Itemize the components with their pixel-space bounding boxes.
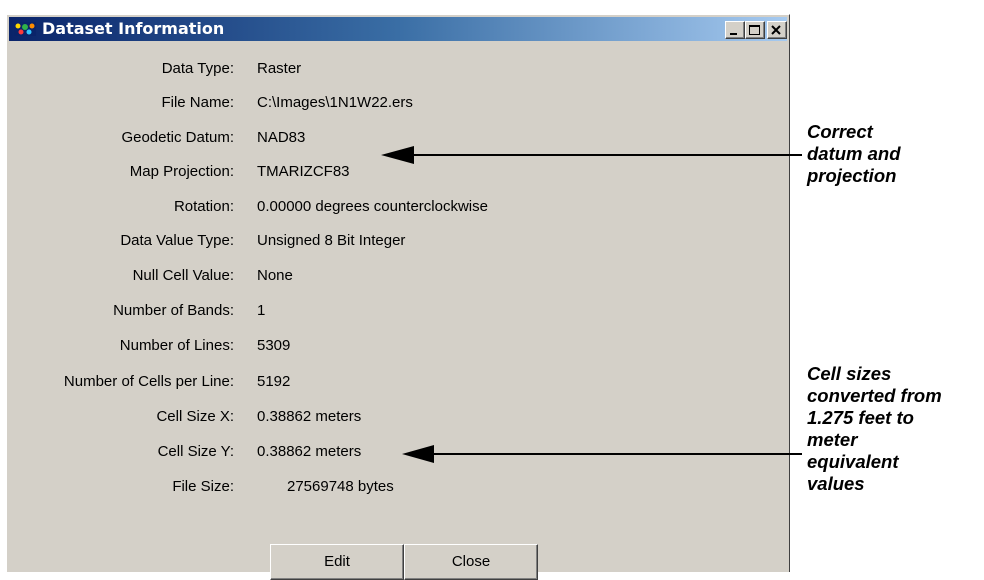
dataset-information-dialog: Dataset Information Data Type: Raster Fi…	[6, 14, 790, 580]
field-value: 1	[257, 302, 266, 319]
field-label: Cell Size X:	[156, 408, 234, 425]
field-value: NAD83	[257, 129, 306, 146]
minimize-icon	[730, 33, 737, 35]
annotation-cell-sizes: Cell sizes converted from 1.275 feet to …	[807, 363, 942, 494]
edit-button[interactable]: Edit	[270, 544, 404, 580]
annotation-datum-projection: Correct datum and projection	[807, 121, 901, 186]
field-value: Raster	[257, 60, 302, 77]
field-value: 0.38862 meters	[257, 443, 362, 460]
field-label: Geodetic Datum:	[121, 129, 234, 146]
close-button[interactable]: Close	[404, 544, 538, 580]
field-label: Null Cell Value:	[132, 267, 234, 284]
close-window-button[interactable]	[767, 21, 787, 39]
field-value: 0.00000 degrees counterclockwise	[257, 198, 488, 215]
field-value: 27569748 bytes	[287, 478, 394, 495]
field-label: Data Type:	[161, 60, 234, 77]
field-label: File Name:	[161, 94, 234, 111]
field-value: None	[257, 267, 293, 284]
field-value: TMARIZCF83	[257, 163, 350, 180]
minimize-button[interactable]	[725, 21, 745, 39]
field-label: Number of Bands:	[113, 302, 234, 319]
app-icon	[14, 22, 36, 36]
field-value: C:\Images\1N1W22.ers	[257, 94, 413, 111]
window-title: Dataset Information	[42, 19, 225, 38]
maximize-icon	[749, 25, 760, 35]
field-label: Number of Lines:	[119, 337, 234, 354]
field-value: Unsigned 8 Bit Integer	[257, 232, 406, 249]
field-value: 5309	[257, 337, 291, 354]
field-label: File Size:	[172, 478, 234, 495]
field-label: Rotation:	[173, 198, 234, 215]
field-value: 0.38862 meters	[257, 408, 362, 425]
close-icon	[771, 25, 781, 35]
title-bar[interactable]: Dataset Information	[9, 17, 787, 41]
field-label: Map Projection:	[129, 163, 234, 180]
field-label: Cell Size Y:	[157, 443, 234, 460]
field-value: 5192	[257, 373, 291, 390]
field-label: Number of Cells per Line:	[63, 373, 234, 390]
field-label: Data Value Type:	[120, 232, 234, 249]
maximize-button[interactable]	[745, 21, 765, 39]
